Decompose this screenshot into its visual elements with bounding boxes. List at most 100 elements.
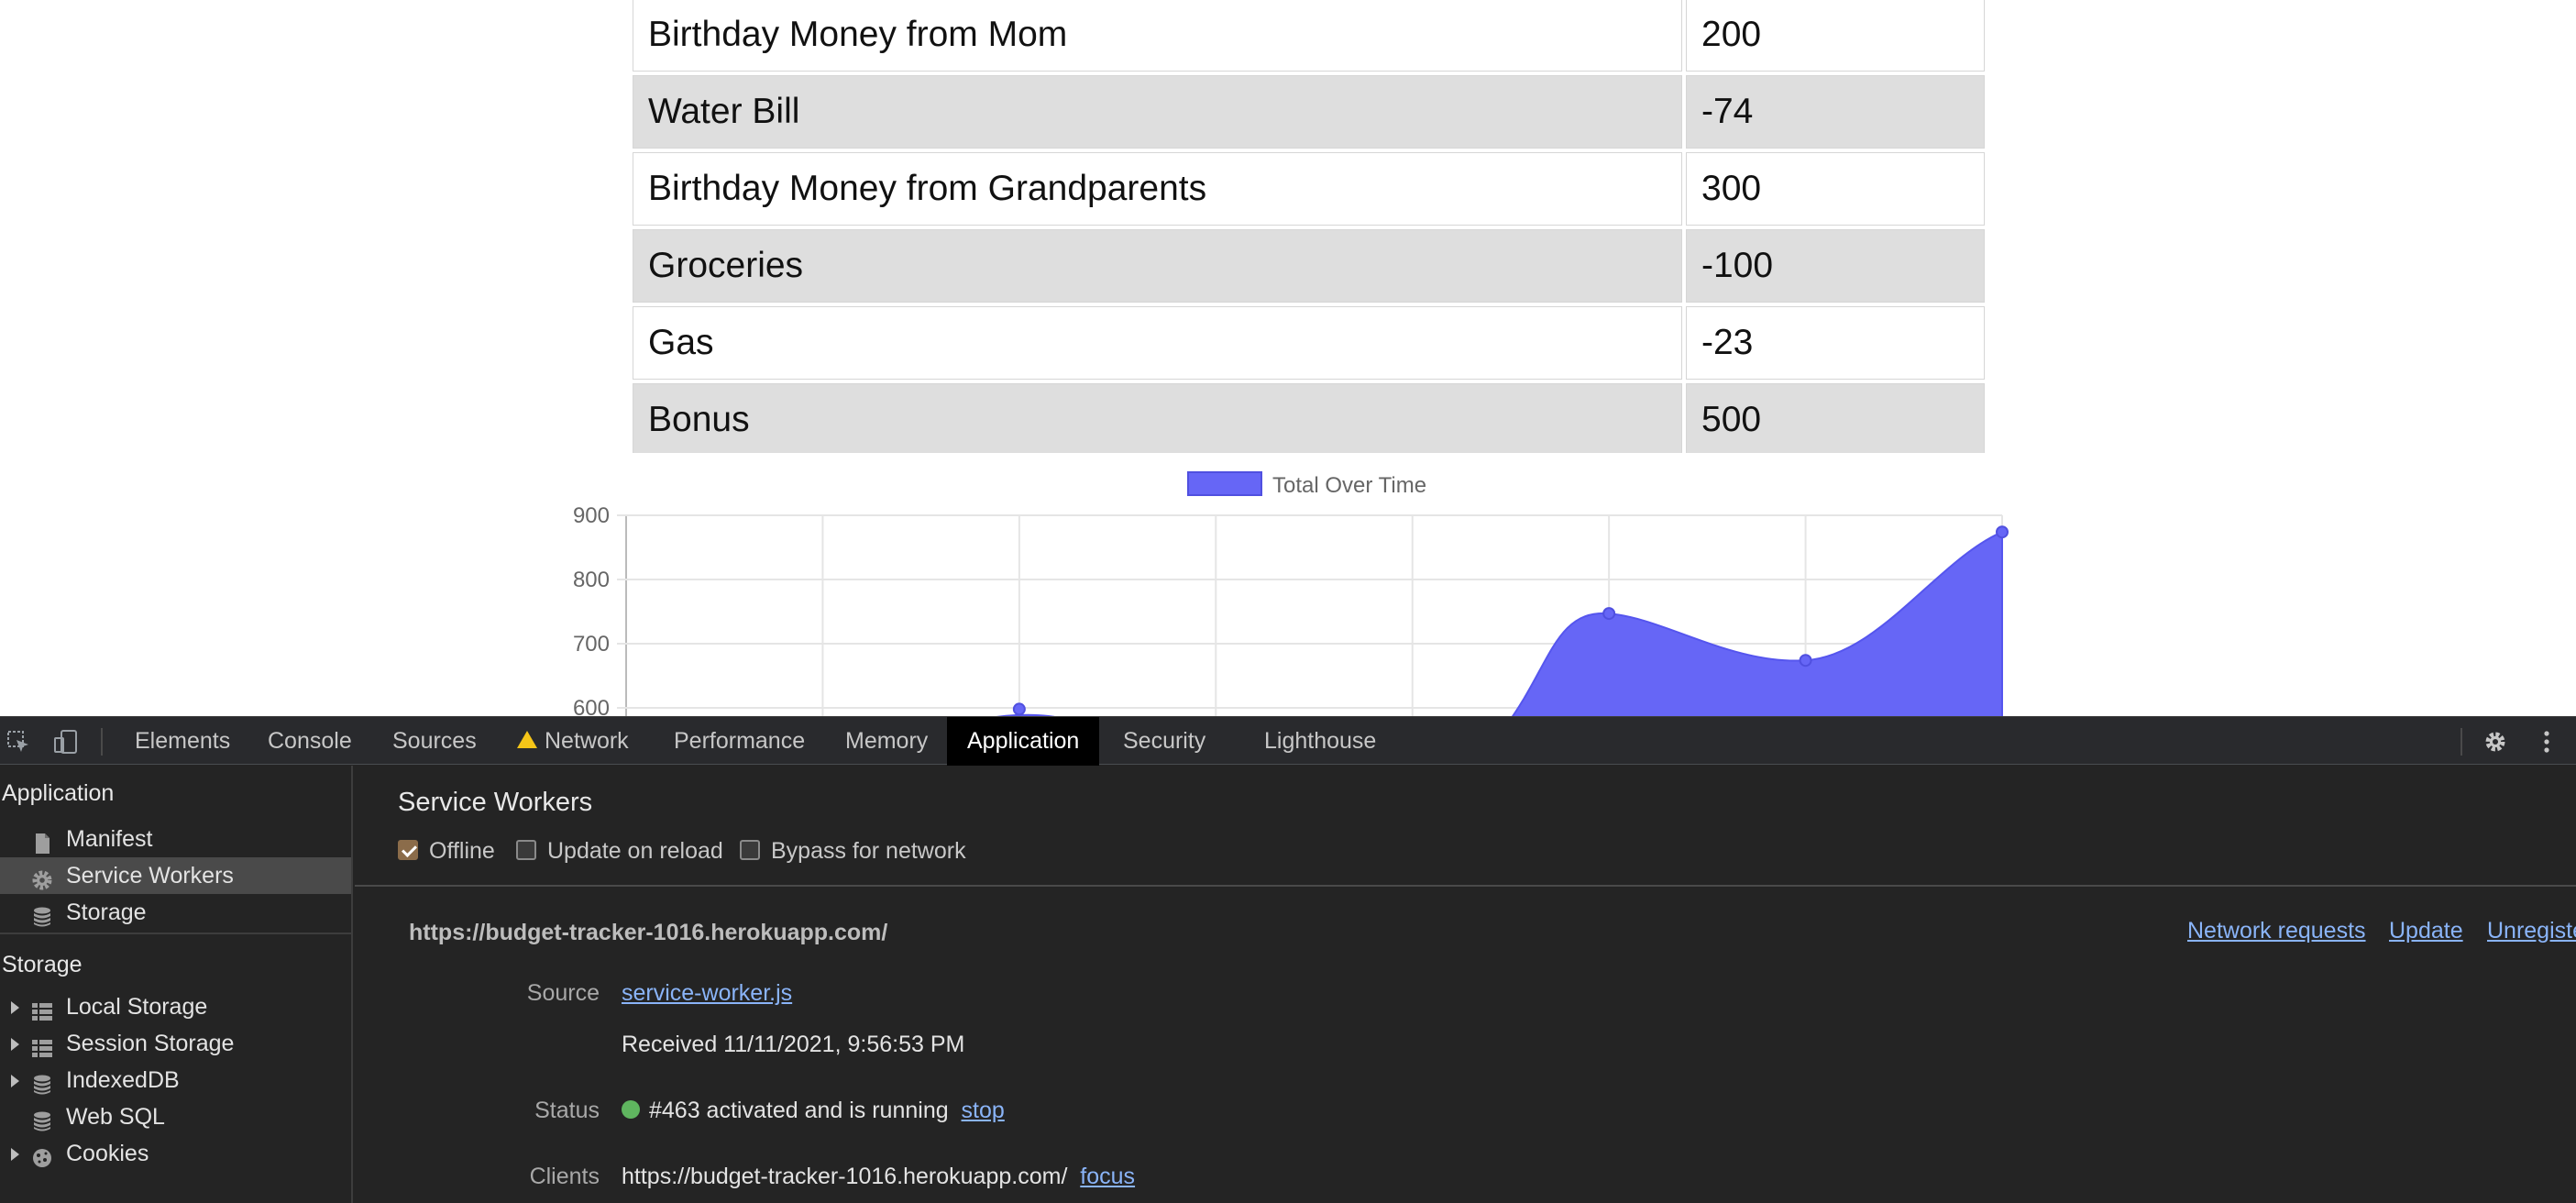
checkbox-box[interactable]: [398, 840, 418, 861]
transaction-name: Water Bill: [633, 75, 1682, 149]
received-timestamp: Received 11/11/2021, 9:56:53 PM: [622, 1032, 965, 1057]
budget-tracker-page: Birthday Money from Mom 200 Water Bill -74 B…: [0, 0, 2576, 716]
tab-label: Console: [268, 728, 352, 754]
focus-link[interactable]: focus: [1080, 1164, 1135, 1189]
source-value: service-worker.js: [622, 980, 792, 1007]
transaction-row: Gas -23: [633, 306, 1985, 380]
checkbox-label: Offline: [429, 838, 495, 864]
sidebar-divider: [0, 933, 351, 934]
tab-application[interactable]: Application: [947, 717, 1100, 766]
database-icon: [31, 1070, 53, 1095]
update-link[interactable]: Update: [2389, 918, 2463, 944]
checkbox-label: Bypass for network: [771, 838, 966, 864]
transaction-row: Birthday Money from Mom 200: [633, 0, 1985, 72]
sidebar-item-local-storage[interactable]: Local Storage: [0, 988, 351, 1025]
sidebar-item-label: Session Storage: [66, 1031, 235, 1056]
service-worker-origin: https://budget-tracker-1016.herokuapp.co…: [409, 920, 888, 945]
settings-gear-icon[interactable]: [2482, 729, 2508, 755]
y-tick-label: 800: [573, 568, 610, 592]
checkbox-box[interactable]: [740, 840, 760, 861]
total-over-time-chart: Total Over Time 900 800 700 600: [573, 471, 2009, 716]
clients-label: Clients: [529, 1164, 600, 1189]
sidebar-item-label: Service Workers: [66, 863, 234, 888]
transaction-name: Gas: [633, 306, 1682, 380]
transaction-row: Bonus 500: [633, 383, 1985, 453]
sidebar-item-label: IndexedDB: [66, 1067, 180, 1093]
sidebar-item-label: Local Storage: [66, 994, 208, 1020]
more-options-icon[interactable]: [2534, 729, 2559, 755]
devtools-panel: Elements Console Sources Network Performance…: [0, 716, 2576, 1203]
gear-icon: [31, 866, 53, 890]
sidebar-item-manifest[interactable]: Manifest: [0, 821, 351, 857]
expand-arrow-icon[interactable]: [11, 1001, 19, 1014]
screen: Birthday Money from Mom 200 Water Bill -74 B…: [0, 0, 2576, 1203]
device-toolbar-icon[interactable]: [53, 729, 79, 755]
transaction-row: Birthday Money from Grandparents 300: [633, 152, 1985, 226]
tab-performance[interactable]: Performance: [654, 717, 825, 766]
checkbox-offline[interactable]: Offline: [398, 837, 495, 865]
data-point[interactable]: [1996, 525, 2009, 539]
tab-label: Network: [545, 728, 629, 754]
sidebar-heading-storage: Storage: [2, 952, 83, 977]
tab-network[interactable]: Network: [497, 717, 649, 766]
transactions-table-viewport: Birthday Money from Mom 200 Water Bill -74 B…: [0, 0, 2576, 453]
tab-label: Lighthouse: [1264, 728, 1377, 754]
y-tick-label: 700: [573, 632, 610, 657]
transactions-table: Birthday Money from Mom 200 Water Bill -74 B…: [629, 0, 1988, 453]
transaction-amount: 300: [1686, 152, 1985, 226]
legend-swatch[interactable]: [1187, 471, 1262, 496]
sidebar-item-web-sql[interactable]: Web SQL: [0, 1098, 351, 1135]
tab-console[interactable]: Console: [248, 717, 372, 766]
network-requests-link[interactable]: Network requests: [2187, 918, 2366, 944]
toolbar-separator: [101, 728, 103, 756]
tab-label: Elements: [135, 728, 231, 754]
expand-arrow-icon[interactable]: [11, 1038, 19, 1051]
client-url: https://budget-tracker-1016.herokuapp.co…: [622, 1164, 1068, 1189]
sidebar-item-service-workers[interactable]: Service Workers: [0, 857, 351, 894]
y-tick-label: 900: [573, 503, 610, 528]
data-point[interactable]: [1012, 702, 1026, 716]
expand-arrow-icon[interactable]: [11, 1075, 19, 1087]
tab-lighthouse[interactable]: Lighthouse: [1244, 717, 1396, 766]
transaction-name: Groceries: [633, 229, 1682, 303]
sidebar-item-cookies[interactable]: Cookies: [0, 1135, 351, 1172]
transaction-amount: 500: [1686, 383, 1985, 453]
sidebar-item-label: Storage: [66, 899, 147, 925]
checkbox-box[interactable]: [516, 840, 536, 861]
status-text: #463 activated and is running: [649, 1098, 949, 1123]
warning-icon: [517, 730, 537, 748]
legend-label: Total Over Time: [1272, 473, 1426, 498]
inspect-element-icon[interactable]: [6, 729, 31, 755]
database-icon: [31, 902, 53, 927]
unregister-link[interactable]: Unregister: [2487, 918, 2576, 944]
grid-icon: [31, 1033, 53, 1057]
expand-arrow-icon[interactable]: [11, 1148, 19, 1161]
status-label: Status: [534, 1098, 600, 1123]
toolbar-separator: [2460, 728, 2462, 756]
transaction-amount: -100: [1686, 229, 1985, 303]
sidebar-item-label: Manifest: [66, 826, 153, 852]
sidebar-item-label: Cookies: [66, 1141, 149, 1166]
file-icon: [31, 829, 53, 854]
tab-label: Memory: [845, 728, 929, 754]
sidebar-item-storage[interactable]: Storage: [0, 894, 351, 931]
tab-elements[interactable]: Elements: [115, 717, 250, 766]
sidebar-item-session-storage[interactable]: Session Storage: [0, 1025, 351, 1062]
tab-label: Security: [1123, 728, 1206, 754]
tab-security[interactable]: Security: [1103, 717, 1226, 766]
tab-label: Sources: [392, 728, 477, 754]
sidebar-item-indexeddb[interactable]: IndexedDB: [0, 1062, 351, 1098]
data-point[interactable]: [1799, 654, 1812, 668]
transaction-row: Groceries -100: [633, 229, 1985, 303]
checkbox-bypass-for-network[interactable]: Bypass for network: [740, 837, 966, 865]
area-series-total: [996, 530, 2003, 716]
transaction-name: Bonus: [633, 383, 1682, 453]
stop-link[interactable]: stop: [962, 1098, 1005, 1123]
data-point[interactable]: [1602, 607, 1616, 621]
tab-sources[interactable]: Sources: [372, 717, 497, 766]
checkbox-update-on-reload[interactable]: Update on reload: [516, 837, 723, 865]
source-label: Source: [526, 980, 600, 1006]
database-icon: [31, 1107, 53, 1131]
tab-memory[interactable]: Memory: [825, 717, 948, 766]
service-worker-file-link[interactable]: service-worker.js: [622, 980, 792, 1006]
